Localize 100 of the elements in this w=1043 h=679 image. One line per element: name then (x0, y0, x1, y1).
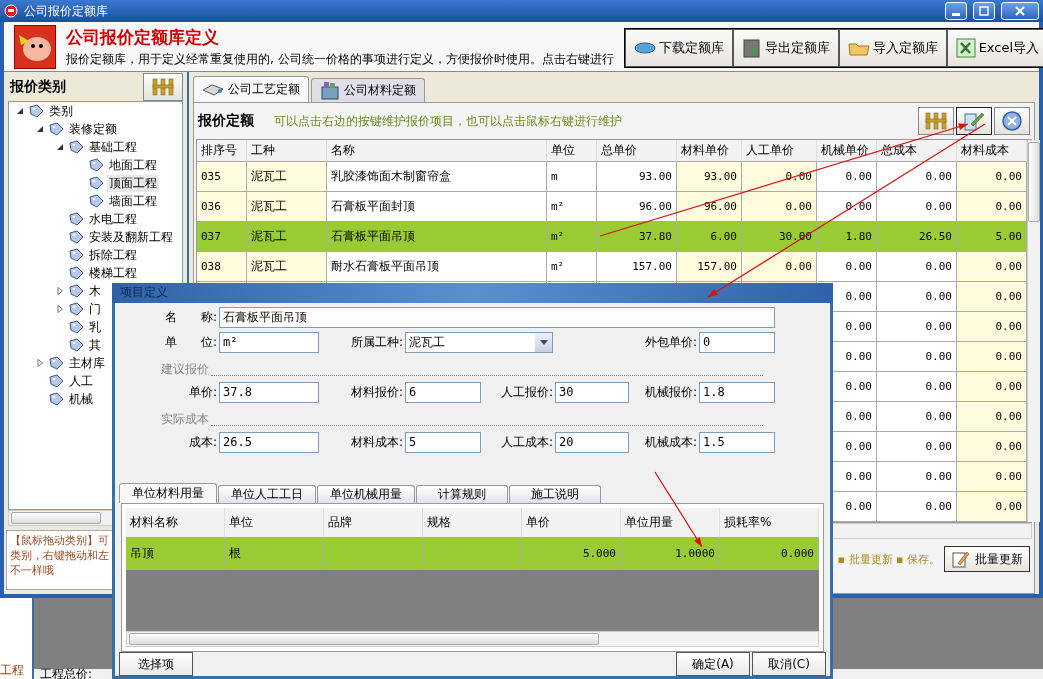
close-button[interactable] (994, 107, 1030, 135)
table-cell: 石膏板平面吊顶 (327, 222, 547, 252)
price-field[interactable]: 5 (405, 431, 481, 453)
price-field[interactable]: 1.5 (699, 431, 775, 453)
table-cell: m (547, 162, 597, 192)
column-header[interactable]: 单价 (522, 507, 621, 538)
toolbar-button[interactable]: Excel导入 (946, 29, 1043, 67)
columns-button[interactable] (918, 107, 954, 135)
tab[interactable]: 单位机械用量 (317, 484, 415, 503)
column-header[interactable]: 单位 (225, 507, 324, 538)
price-field[interactable]: 37.8 (219, 381, 319, 403)
tree-item[interactable]: 水电工程 (87, 210, 139, 228)
tree-item[interactable]: 门 (87, 300, 103, 318)
edit-button[interactable] (956, 107, 992, 135)
table-cell: 0.00 (877, 432, 957, 462)
tree-item[interactable]: 地面工程 (107, 156, 159, 174)
tag-icon (48, 122, 64, 136)
collapsed-triangle-icon[interactable] (56, 287, 64, 295)
column-header[interactable]: 名称 (327, 140, 547, 162)
trade-dropdown[interactable]: 泥瓦工 (405, 331, 553, 353)
name-field[interactable]: 石膏板平面吊顶 (219, 306, 775, 328)
tree-item[interactable]: 人工 (67, 372, 95, 390)
toolbar-button[interactable]: 导出定额库 (732, 29, 839, 67)
column-header[interactable]: 规格 (423, 507, 522, 538)
table-cell: 035 (197, 162, 247, 192)
price-field[interactable]: 1.8 (699, 381, 775, 403)
tree-item[interactable]: 拆除工程 (87, 246, 139, 264)
tree-item[interactable]: 基础工程 (87, 138, 139, 156)
unit-field[interactable]: m² (219, 331, 319, 353)
minimize-button[interactable] (945, 2, 967, 20)
disk-drive-icon (202, 82, 224, 97)
table-cell: 6.00 (677, 222, 742, 252)
table-cell: 93.00 (597, 162, 677, 192)
app-icon (4, 4, 18, 18)
table-cell: 0.00 (877, 402, 957, 432)
table-cell: 5.000 (522, 537, 621, 570)
column-header[interactable]: 工种 (247, 140, 327, 162)
folder-icon (847, 40, 870, 56)
tree-item[interactable]: 机械 (67, 390, 95, 408)
table-cell: 0.00 (877, 372, 957, 402)
dialog-button[interactable]: 取消(C) (752, 652, 826, 676)
field-label: 人工成本: (499, 433, 553, 451)
batch-update-button[interactable]: 批量更新 (944, 546, 1030, 572)
expanded-triangle-icon[interactable] (56, 143, 64, 151)
toolbar-button[interactable]: 下载定额库 (624, 29, 733, 67)
close-icon (1001, 110, 1023, 132)
table-cell: m² (547, 222, 597, 252)
column-header[interactable]: 排序号 (197, 140, 247, 162)
table-cell: 0.00 (957, 462, 1027, 492)
tree-item[interactable]: 楼梯工程 (87, 264, 139, 282)
tree-item[interactable]: 类别 (47, 102, 75, 120)
tree-item[interactable]: 顶面工程 (107, 174, 159, 192)
column-header[interactable]: 品牌 (324, 507, 423, 538)
column-header[interactable]: 总单价 (597, 140, 677, 162)
dialog-button[interactable]: 选择项 (119, 652, 193, 676)
column-header[interactable]: 材料名称 (126, 507, 225, 538)
caret-icon (539, 339, 548, 345)
column-header[interactable]: 人工单价 (742, 140, 817, 162)
tree-item[interactable]: 木 (87, 282, 103, 300)
table-cell: 泥瓦工 (247, 222, 327, 252)
field-label: 所属工种: (349, 333, 403, 351)
collapsed-triangle-icon[interactable] (56, 305, 64, 313)
tab[interactable]: 单位人工工日 (218, 484, 316, 503)
maximize-button[interactable] (973, 2, 995, 20)
price-field[interactable]: 20 (555, 431, 629, 453)
tab[interactable]: 单位材料用量 (119, 482, 217, 503)
tree-item[interactable]: 墙面工程 (107, 192, 159, 210)
tree-item[interactable]: 乳 (87, 318, 103, 336)
table-cell: 157.00 (677, 252, 742, 282)
price-field[interactable]: 30 (555, 381, 629, 403)
expanded-triangle-icon[interactable] (36, 125, 44, 133)
outsource-price-field[interactable]: 0 (699, 331, 775, 353)
column-header[interactable]: 单位用量 (621, 507, 720, 538)
tree-item[interactable]: 主材库 (67, 354, 107, 372)
tree-item[interactable]: 其 (87, 336, 103, 354)
dialog-button[interactable]: 确定(A) (676, 652, 750, 676)
tree-item[interactable]: 装修定额 (67, 120, 119, 138)
vertical-scrollbar[interactable] (1027, 140, 1040, 522)
collapsed-triangle-icon[interactable] (36, 359, 44, 367)
field-label: 单 位: (163, 333, 217, 351)
field-label: 名 称: (163, 308, 217, 326)
column-header[interactable]: 损耗率% (720, 507, 819, 538)
panel-title: 报价定额 (198, 112, 254, 130)
price-field[interactable]: 6 (405, 381, 481, 403)
column-header[interactable]: 材料成本 (957, 140, 1027, 162)
expanded-triangle-icon[interactable] (16, 107, 24, 115)
column-header[interactable]: 机械单价 (817, 140, 877, 162)
tab[interactable]: 施工说明 (509, 484, 601, 503)
tree-item[interactable]: 安装及翻新工程 (87, 228, 175, 246)
table-cell: 0.00 (957, 192, 1027, 222)
column-header[interactable]: 单位 (547, 140, 597, 162)
tab[interactable]: 计算规则 (416, 484, 508, 503)
horizontal-scrollbar[interactable] (126, 631, 819, 647)
toolbar-button[interactable]: 导入定额库 (838, 29, 947, 67)
column-header[interactable]: 材料单价 (677, 140, 742, 162)
tab[interactable]: 公司材料定额 (311, 78, 425, 102)
price-field[interactable]: 26.5 (219, 431, 319, 453)
columns-button[interactable] (143, 72, 183, 101)
table-cell: 耐水石膏板平面吊顶 (327, 252, 547, 282)
tab[interactable]: 公司工艺定额 (193, 76, 309, 102)
